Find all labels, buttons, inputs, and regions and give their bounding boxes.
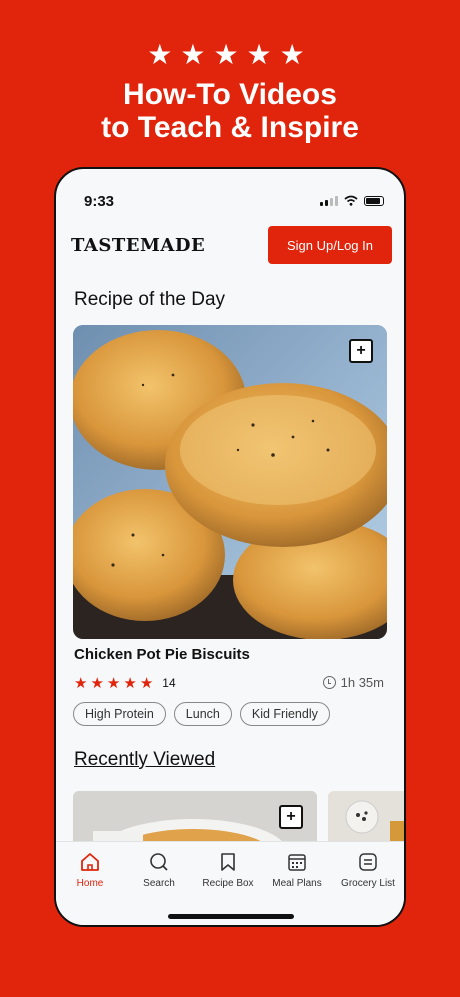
bottom-tab-bar: Home Search Recipe Box Meal Plans Grocer…	[56, 841, 404, 925]
home-icon	[81, 853, 99, 871]
battery-icon	[364, 196, 384, 206]
save-recipe-bookmark-icon[interactable]: +	[279, 805, 303, 829]
recipe-of-day-title: Recipe of the Day	[74, 289, 226, 310]
star-icon: ★	[139, 675, 154, 692]
status-time: 9:33	[84, 193, 115, 210]
tab-grocery-list[interactable]: Grocery List	[332, 852, 404, 889]
recipe-name[interactable]: Chicken Pot Pie Biscuits	[74, 646, 250, 663]
calendar-icon	[288, 854, 306, 871]
tab-label: Home	[76, 878, 104, 889]
home-indicator[interactable]	[168, 914, 294, 919]
star-icon: ★	[90, 675, 104, 692]
save-recipe-bookmark-icon[interactable]: +	[349, 339, 373, 363]
cellular-signal-icon	[320, 196, 338, 206]
promo-title-line-2: to Teach & Inspire	[101, 111, 359, 144]
wifi-icon	[344, 195, 358, 206]
recipe-tags: High Protein Lunch Kid Friendly	[73, 702, 330, 726]
biscuits-photo	[73, 325, 387, 639]
search-icon	[150, 853, 168, 871]
tab-meal-plans[interactable]: Meal Plans	[263, 852, 331, 889]
tastemade-logo: TASTEMADE	[71, 235, 206, 256]
status-bar: 9:33	[56, 169, 404, 229]
star-icon: ★	[123, 675, 137, 692]
status-icons	[320, 195, 384, 206]
duration-text: 1h 35m	[340, 675, 384, 690]
list-icon	[359, 853, 377, 871]
tab-label: Grocery List	[341, 878, 395, 889]
tag-high-protein[interactable]: High Protein	[73, 702, 166, 726]
recipe-hero-image[interactable]: +	[73, 325, 387, 639]
rating-stars-banner: ★★★★★	[147, 39, 313, 70]
rating-count: 14	[162, 676, 176, 690]
tab-home[interactable]: Home	[56, 852, 124, 889]
tab-label: Search	[143, 878, 175, 889]
tag-lunch[interactable]: Lunch	[173, 702, 232, 726]
clock-icon	[322, 676, 336, 689]
recipe-rating: ★ ★ ★ ★ ★ 14	[74, 674, 176, 692]
promo-headline: How-To Videos to Teach & Inspire	[0, 78, 460, 144]
tab-recipe-box[interactable]: Recipe Box	[194, 852, 262, 889]
recently-viewed-title[interactable]: Recently Viewed	[74, 749, 215, 771]
tab-label: Recipe Box	[202, 878, 254, 889]
signup-login-button[interactable]: Sign Up/Log In	[268, 226, 392, 264]
promo-title-line-1: How-To Videos	[123, 78, 337, 111]
tag-kid-friendly[interactable]: Kid Friendly	[239, 702, 330, 726]
recipe-duration: 1h 35m	[322, 675, 384, 690]
tab-label: Meal Plans	[272, 878, 322, 889]
star-icon: ★	[106, 675, 121, 692]
star-icon: ★	[74, 675, 88, 692]
bookmark-icon	[221, 853, 235, 871]
phone-frame: 9:33 TASTEMADE Sign Up/Log In Recipe of …	[54, 167, 406, 927]
tab-search[interactable]: Search	[125, 852, 193, 889]
